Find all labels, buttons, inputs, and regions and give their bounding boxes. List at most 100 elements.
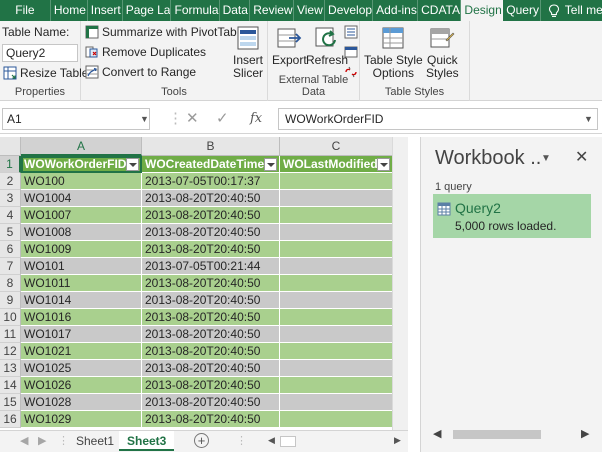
- cell-wo-created-date-time[interactable]: 2013-08-20T20:40:50: [142, 207, 280, 224]
- sheet-tab-sheet3[interactable]: Sheet3: [119, 431, 175, 451]
- close-icon[interactable]: ✕: [575, 147, 588, 167]
- cell-wo-created-date-time[interactable]: 2013-08-20T20:40:50: [142, 275, 280, 292]
- cell-wo-work-order-fid[interactable]: WO1004: [21, 190, 142, 207]
- header-cell-wo-last-modified[interactable]: WOLastModified: [280, 156, 393, 173]
- remove-duplicates-button[interactable]: Remove Duplicates: [85, 45, 206, 59]
- prev-sheet-icon[interactable]: ◀: [20, 434, 28, 447]
- row-header-1[interactable]: 1: [0, 156, 21, 173]
- cell-wo-last-modified[interactable]: [280, 207, 393, 224]
- cell-wo-work-order-fid[interactable]: WO1007: [21, 207, 142, 224]
- cell-wo-created-date-time[interactable]: 2013-08-20T20:40:50: [142, 292, 280, 309]
- tab-home[interactable]: Home: [51, 0, 88, 21]
- tab-data[interactable]: Data: [220, 0, 251, 21]
- cell-wo-work-order-fid[interactable]: WO1029: [21, 411, 142, 428]
- cell-wo-work-order-fid[interactable]: WO100: [21, 173, 142, 190]
- cell-wo-last-modified[interactable]: [280, 394, 393, 411]
- cell-wo-last-modified[interactable]: [280, 173, 393, 190]
- cell-wo-last-modified[interactable]: [280, 241, 393, 258]
- row-header[interactable]: 16: [0, 411, 21, 428]
- row-header[interactable]: 4: [0, 207, 21, 224]
- row-header[interactable]: 14: [0, 377, 21, 394]
- tell-me-search[interactable]: Tell me: [541, 0, 602, 21]
- row-header[interactable]: 15: [0, 394, 21, 411]
- row-header[interactable]: 12: [0, 343, 21, 360]
- vertical-scrollbar[interactable]: [392, 137, 408, 430]
- cell-wo-created-date-time[interactable]: 2013-08-20T20:40:50: [142, 343, 280, 360]
- cell-wo-created-date-time[interactable]: 2013-07-05T00:21:44: [142, 258, 280, 275]
- row-header[interactable]: 11: [0, 326, 21, 343]
- name-box-dropdown-icon[interactable]: ▼: [140, 108, 149, 130]
- cell-wo-created-date-time[interactable]: 2013-08-20T20:40:50: [142, 394, 280, 411]
- cell-wo-work-order-fid[interactable]: WO1011: [21, 275, 142, 292]
- tab-cdata[interactable]: CDATA: [418, 0, 462, 21]
- sheet-splitter-icon[interactable]: ⋮: [236, 434, 247, 447]
- cell-wo-work-order-fid[interactable]: WO1021: [21, 343, 142, 360]
- row-header[interactable]: 3: [0, 190, 21, 207]
- insert-function-icon[interactable]: fx: [250, 108, 262, 130]
- cell-wo-created-date-time[interactable]: 2013-08-20T20:40:50: [142, 411, 280, 428]
- row-header[interactable]: 5: [0, 224, 21, 241]
- tab-insert[interactable]: Insert: [88, 0, 123, 21]
- cell-wo-last-modified[interactable]: [280, 411, 393, 428]
- refresh-button[interactable]: Refresh: [306, 25, 348, 67]
- quick-styles-button[interactable]: Quick Styles: [426, 25, 459, 80]
- cell-wo-last-modified[interactable]: [280, 190, 393, 207]
- cell-wo-created-date-time[interactable]: 2013-08-20T20:40:50: [142, 309, 280, 326]
- query-item-query2[interactable]: Query2 5,000 rows loaded.: [433, 194, 591, 238]
- pane-scroll-right-icon[interactable]: ▶: [581, 427, 589, 440]
- column-header-a[interactable]: A: [21, 137, 142, 156]
- export-button[interactable]: Export: [272, 25, 307, 67]
- pane-horizontal-scrollbar[interactable]: ◀ ▶: [431, 427, 593, 441]
- row-header[interactable]: 6: [0, 241, 21, 258]
- name-box[interactable]: A1: [2, 108, 150, 130]
- sheet-tab-sheet1[interactable]: Sheet1: [68, 431, 122, 451]
- cell-wo-work-order-fid[interactable]: WO1008: [21, 224, 142, 241]
- tab-formulas[interactable]: Formula: [171, 0, 220, 21]
- select-all-corner[interactable]: [0, 137, 21, 156]
- summarize-pivottable-button[interactable]: Summarize with PivotTable: [85, 25, 246, 39]
- cell-wo-work-order-fid[interactable]: WO1009: [21, 241, 142, 258]
- tab-query[interactable]: Query: [503, 0, 541, 21]
- cell-wo-created-date-time[interactable]: 2013-08-20T20:40:50: [142, 190, 280, 207]
- tab-page-layout[interactable]: Page La: [123, 0, 172, 21]
- cell-wo-work-order-fid[interactable]: WO1025: [21, 360, 142, 377]
- insert-slicer-button[interactable]: Insert Slicer: [233, 25, 263, 80]
- cell-wo-last-modified[interactable]: [280, 377, 393, 394]
- new-sheet-icon[interactable]: +: [194, 433, 209, 448]
- cell-wo-last-modified[interactable]: [280, 258, 393, 275]
- filter-dropdown-icon[interactable]: [264, 158, 277, 171]
- header-cell-wo-work-order-fid[interactable]: WOWorkOrderFID: [21, 156, 142, 173]
- cell-wo-work-order-fid[interactable]: WO1016: [21, 309, 142, 326]
- filter-dropdown-icon[interactable]: [377, 158, 390, 171]
- horizontal-scrollbar[interactable]: ◀ ▶: [266, 435, 406, 448]
- cell-wo-work-order-fid[interactable]: WO1028: [21, 394, 142, 411]
- cell-wo-work-order-fid[interactable]: WO1026: [21, 377, 142, 394]
- tab-developer[interactable]: Develop: [325, 0, 374, 21]
- table-style-options-button[interactable]: Table Style Options: [364, 25, 423, 80]
- cell-wo-created-date-time[interactable]: 2013-08-20T20:40:50: [142, 241, 280, 258]
- formula-input[interactable]: WOWorkOrderFID: [278, 108, 598, 130]
- properties-icon[interactable]: [344, 25, 358, 39]
- pane-scroll-thumb[interactable]: [453, 430, 541, 439]
- filter-dropdown-icon[interactable]: [126, 158, 139, 171]
- cell-wo-last-modified[interactable]: [280, 326, 393, 343]
- cell-wo-created-date-time[interactable]: 2013-07-05T00:17:37: [142, 173, 280, 190]
- expand-formula-icon[interactable]: ▼: [584, 114, 593, 124]
- scroll-left-icon[interactable]: ◀: [268, 435, 275, 446]
- cell-wo-last-modified[interactable]: [280, 360, 393, 377]
- column-header-c[interactable]: C: [280, 137, 393, 156]
- convert-to-range-button[interactable]: Convert to Range: [85, 65, 196, 79]
- cell-wo-last-modified[interactable]: [280, 292, 393, 309]
- tab-design[interactable]: Design: [461, 0, 504, 21]
- tab-view[interactable]: View: [294, 0, 326, 21]
- row-header[interactable]: 9: [0, 292, 21, 309]
- pane-scroll-left-icon[interactable]: ◀: [433, 427, 441, 440]
- resize-table-button[interactable]: Resize Table: [3, 66, 88, 80]
- cell-wo-last-modified[interactable]: [280, 275, 393, 292]
- cell-wo-created-date-time[interactable]: 2013-08-20T20:40:50: [142, 377, 280, 394]
- cell-wo-last-modified[interactable]: [280, 224, 393, 241]
- cell-wo-work-order-fid[interactable]: WO101: [21, 258, 142, 275]
- open-in-browser-icon[interactable]: [344, 45, 358, 59]
- header-cell-wo-created-date-time[interactable]: WOCreatedDateTime: [142, 156, 280, 173]
- horizontal-scroll-thumb[interactable]: [280, 436, 296, 447]
